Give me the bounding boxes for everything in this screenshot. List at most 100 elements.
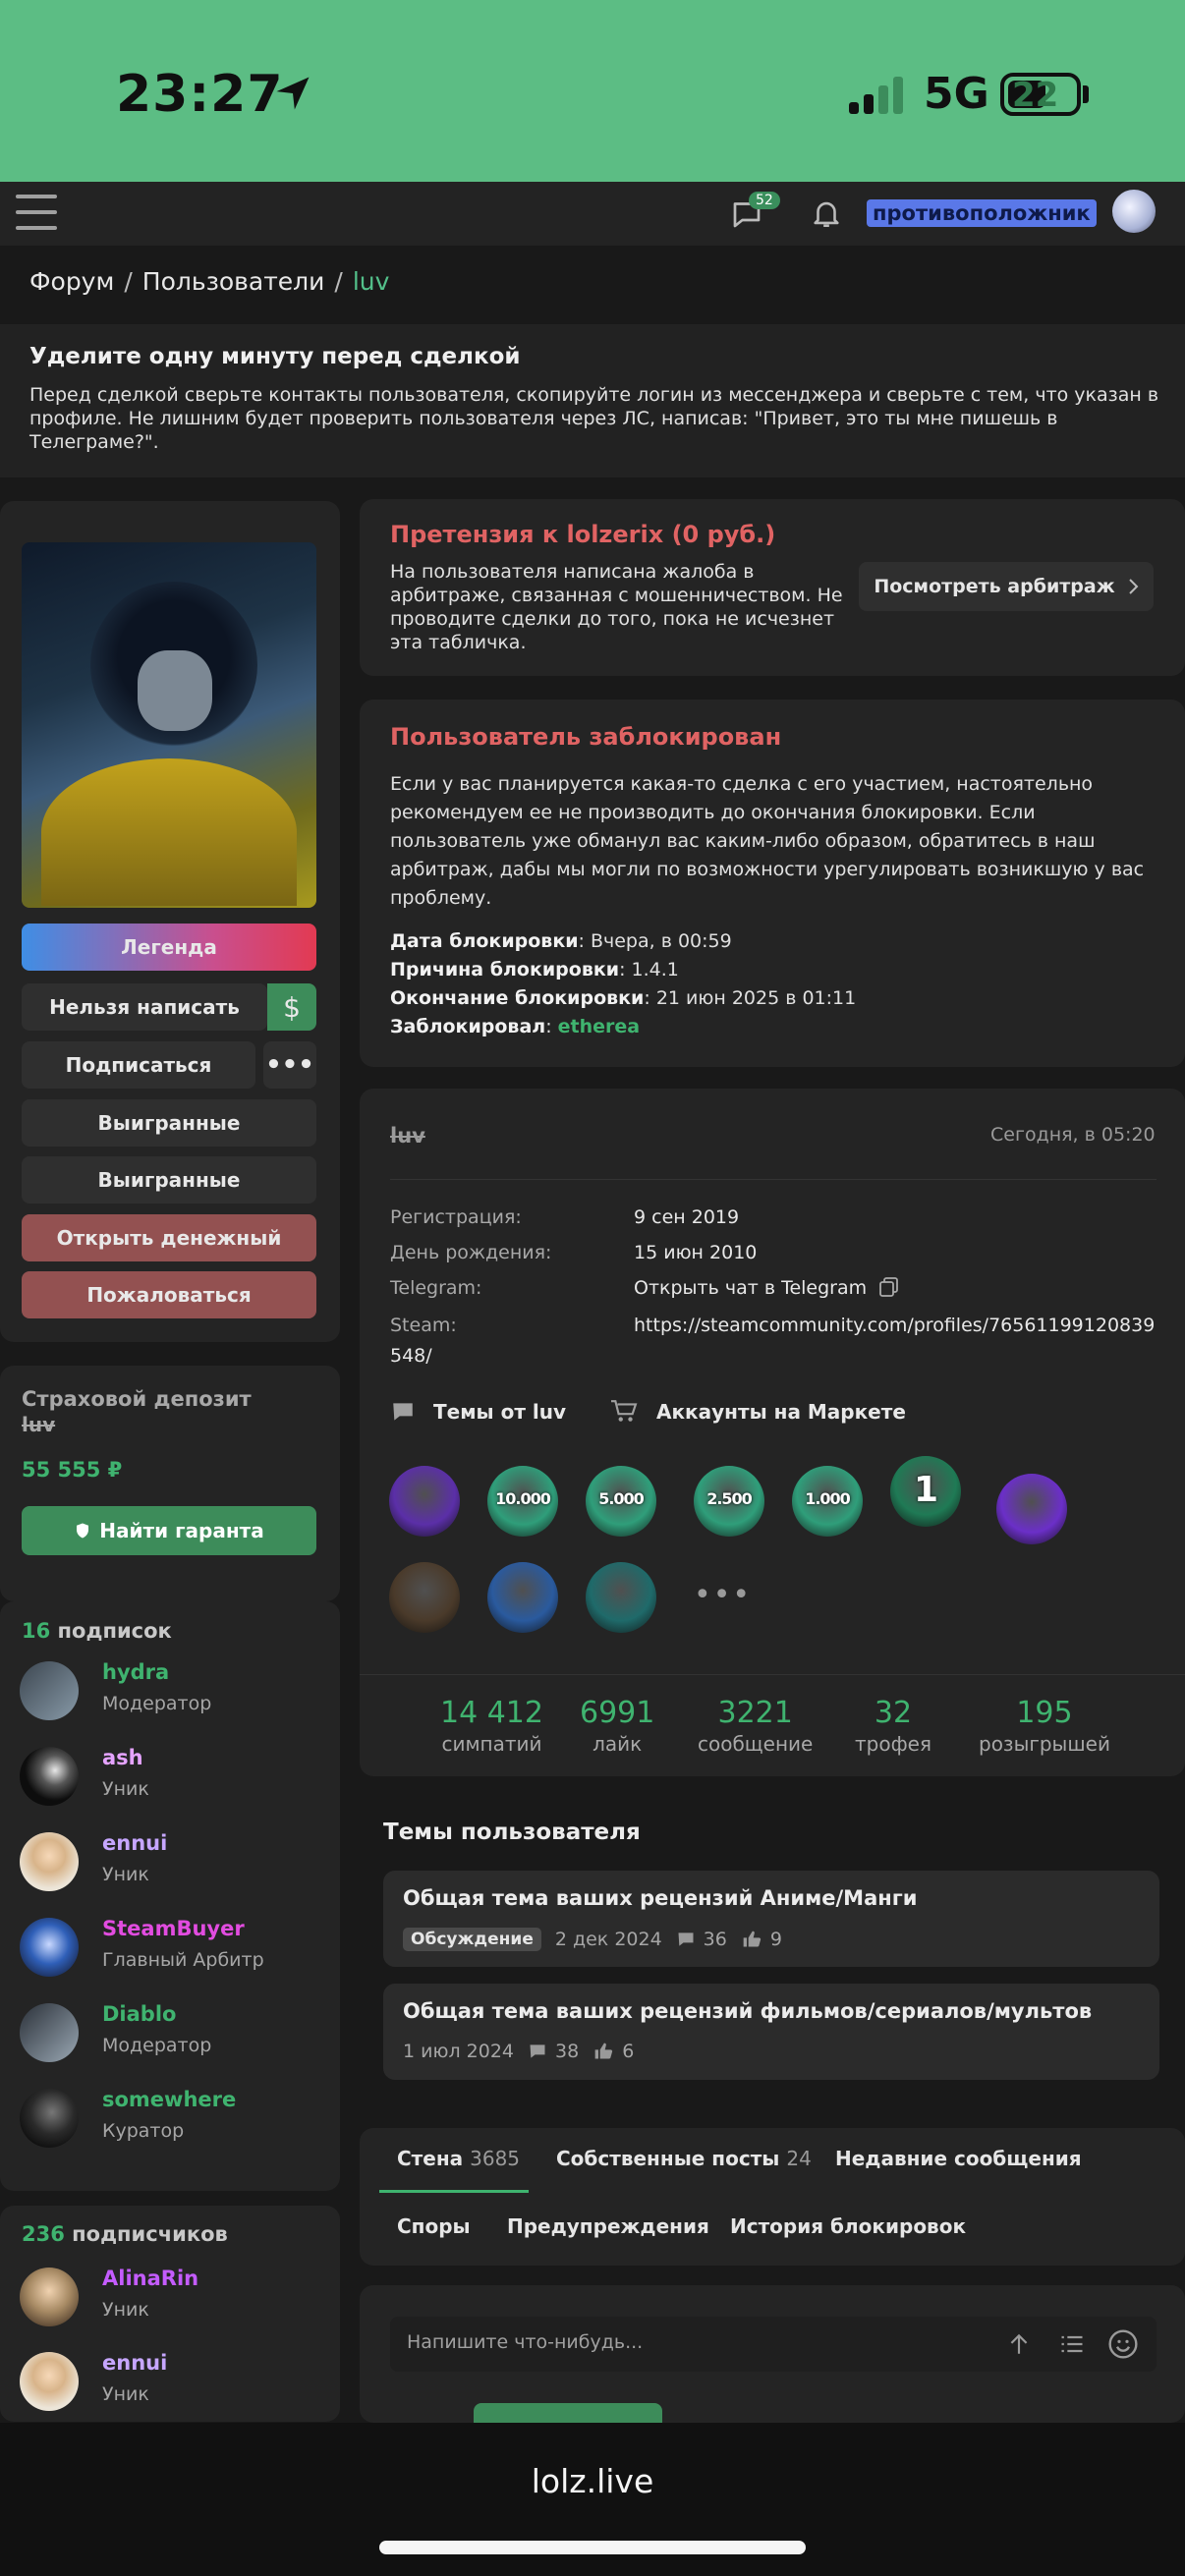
battery-level: 22: [1012, 76, 1059, 115]
avatar[interactable]: [20, 2089, 79, 2148]
chat-badge: 52: [749, 192, 780, 209]
steam-link-cont[interactable]: 548/: [390, 1345, 432, 1367]
subscribe-button[interactable]: Подписаться: [22, 1041, 255, 1089]
sub-name[interactable]: hydra: [102, 1660, 169, 1684]
last-seen-time: Сегодня, в 05:20: [990, 1124, 1156, 1146]
emoji-icon[interactable]: [1107, 2328, 1139, 2360]
avatar[interactable]: [20, 2268, 79, 2326]
sub-name[interactable]: ash: [102, 1746, 143, 1769]
avatar[interactable]: [20, 2003, 79, 2062]
trophy-badge[interactable]: 10.000: [487, 1466, 558, 1537]
sub-name[interactable]: SteamBuyer: [102, 1917, 245, 1940]
won-button-2[interactable]: Выигранные: [22, 1156, 316, 1204]
subscription-item[interactable]: hydra Модератор: [20, 1655, 334, 1728]
avatar[interactable]: [20, 1918, 79, 1977]
trophy-badge[interactable]: 2.500: [694, 1466, 764, 1537]
telegram-link[interactable]: Открыть чат в Telegram: [634, 1277, 867, 1299]
avatar[interactable]: [1112, 190, 1156, 233]
trophy-badge[interactable]: 1: [890, 1456, 961, 1527]
sub-role: Уник: [102, 1864, 149, 1885]
sub-name[interactable]: somewhere: [102, 2088, 236, 2111]
deposit-user: luv: [22, 1413, 56, 1436]
subscription-item[interactable]: SteamBuyer Главный Арбитр: [20, 1912, 334, 1985]
avatar[interactable]: [20, 1661, 79, 1720]
stat-number: 195: [1016, 1696, 1073, 1730]
subscription-item[interactable]: ennui Уник: [20, 1826, 334, 1899]
stat-number: 3221: [717, 1696, 793, 1730]
ban-by-user-link[interactable]: etherea: [558, 1016, 640, 1037]
tab-wall[interactable]: Стена 3685: [397, 2147, 520, 2170]
theme-title[interactable]: Общая тема ваших рецензий фильмов/сериал…: [403, 1999, 1092, 2023]
subscription-item[interactable]: ash Уник: [20, 1741, 334, 1814]
stat-label: розыгрышей: [979, 1732, 1110, 1756]
follower-name[interactable]: ennui: [102, 2351, 167, 2375]
trophy-badge-label: 10.000: [495, 1489, 551, 1508]
trophy-badge[interactable]: [389, 1562, 460, 1633]
steam-link[interactable]: https://steamcommunity.com/profiles/7656…: [634, 1315, 1155, 1336]
profile-avatar: [22, 542, 316, 908]
avatar[interactable]: [20, 2352, 79, 2411]
theme-meta: 1 июл 2024 38 6: [403, 2041, 634, 2062]
breadcrumb-forum[interactable]: Форум: [29, 267, 114, 296]
trophy-badge[interactable]: [996, 1474, 1067, 1544]
avatar[interactable]: [20, 1747, 79, 1806]
follower-name[interactable]: AlinaRin: [102, 2267, 198, 2290]
more-icon[interactable]: •••: [263, 1041, 316, 1089]
arrow-up-icon[interactable]: [1006, 2330, 1032, 2358]
theme-title[interactable]: Общая тема ваших рецензий Аниме/Манги: [403, 1886, 917, 1910]
divider: [390, 1179, 1157, 1180]
tab-own-posts[interactable]: Собственные посты 24: [556, 2147, 812, 2170]
sub-name[interactable]: Diablo: [102, 2002, 176, 2026]
subscriptions-header: 16 подписок: [22, 1619, 172, 1643]
avatar[interactable]: [20, 1832, 79, 1891]
stat-number: 32: [874, 1696, 913, 1730]
home-indicator[interactable]: [379, 2541, 806, 2554]
tab-ban-history[interactable]: История блокировок: [730, 2214, 966, 2238]
theme-card[interactable]: Общая тема ваших рецензий Аниме/Манги Об…: [383, 1871, 1159, 1967]
find-guarantor-button[interactable]: Найти гаранта: [22, 1506, 316, 1555]
more-badges-icon[interactable]: •••: [694, 1578, 752, 1612]
blocked-title: Пользователь заблокирован: [390, 723, 782, 751]
sub-role: Главный Арбитр: [102, 1949, 264, 1971]
breadcrumb: Форум / Пользователи / luv: [29, 267, 390, 296]
tab-warnings[interactable]: Предупреждения: [507, 2214, 709, 2238]
copy-icon[interactable]: [877, 1275, 901, 1299]
sub-name[interactable]: ennui: [102, 1831, 167, 1855]
tab-recent-messages[interactable]: Недавние сообщения: [835, 2147, 1082, 2170]
list-icon[interactable]: [1057, 2330, 1087, 2358]
subscription-item[interactable]: somewhere Куратор: [20, 2083, 334, 2156]
cart-icon: [611, 1400, 638, 1422]
url-bar[interactable]: lolz.live: [0, 2462, 1185, 2500]
trophy-badge[interactable]: 5.000: [586, 1466, 656, 1537]
open-money-button[interactable]: Открыть денежный: [22, 1214, 316, 1261]
follower-role: Уник: [102, 2383, 149, 2405]
theme-card[interactable]: Общая тема ваших рецензий фильмов/сериал…: [383, 1984, 1159, 2080]
breadcrumb-current[interactable]: luv: [353, 267, 390, 296]
bell-icon[interactable]: [810, 196, 843, 230]
tab-disputes[interactable]: Споры: [397, 2214, 471, 2238]
chat-bubble-icon: [393, 1403, 413, 1421]
cant-write-button[interactable]: Нельзя написать: [22, 983, 267, 1031]
breadcrumb-users[interactable]: Пользователи: [142, 267, 325, 296]
claim-text: На пользователя написана жалоба в арбитр…: [390, 561, 843, 653]
sub-role: Уник: [102, 1778, 149, 1800]
subscription-item[interactable]: Diablo Модератор: [20, 1997, 334, 2070]
menu-icon[interactable]: [0, 182, 69, 246]
trophy-badge[interactable]: [487, 1562, 558, 1633]
view-arbitrage-button[interactable]: Посмотреть арбитраж: [859, 562, 1154, 611]
market-accounts-link[interactable]: Аккаунты на Маркете: [609, 1399, 906, 1425]
follower-item[interactable]: ennui Уник: [20, 2346, 334, 2419]
stat-item: 32 трофея: [855, 1696, 931, 1756]
themes-link[interactable]: Темы от luv: [390, 1399, 566, 1425]
trophy-badge[interactable]: 1.000: [792, 1466, 863, 1537]
reg-value: 9 сен 2019: [634, 1206, 740, 1228]
report-button[interactable]: Пожаловаться: [22, 1271, 316, 1318]
sub-role: Куратор: [102, 2120, 185, 2142]
trophy-badge[interactable]: [586, 1562, 656, 1633]
trophy-badge[interactable]: [389, 1466, 460, 1537]
current-username[interactable]: противоположник: [867, 199, 1097, 227]
won-button[interactable]: Выигранные: [22, 1099, 316, 1147]
birthday-value: 15 июн 2010: [634, 1242, 758, 1263]
follower-item[interactable]: AlinaRin Уник: [20, 2262, 334, 2334]
dollar-icon[interactable]: $: [267, 983, 316, 1031]
